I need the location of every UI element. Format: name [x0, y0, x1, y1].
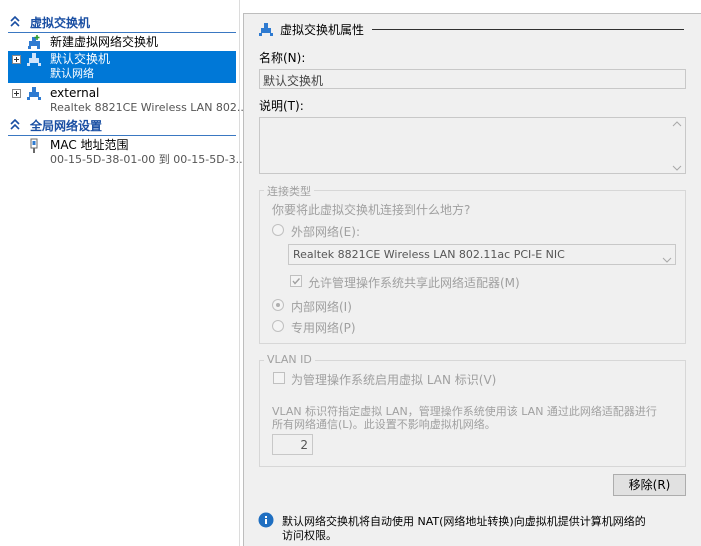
- internal-network-radio[interactable]: [272, 299, 284, 311]
- adapter-select[interactable]: Realtek 8821CE Wireless LAN 802.11ac PCI…: [288, 244, 676, 265]
- section-virtual-switches[interactable]: 虚拟交换机: [8, 15, 236, 33]
- tree-item-new-switch[interactable]: 新建虚拟网络交换机: [8, 34, 236, 50]
- tree-item-label: external: [50, 86, 100, 100]
- enable-vlan-label: 为管理操作系统启用虚拟 LAN 标识(V): [291, 373, 497, 387]
- section-title: 虚拟交换机: [30, 16, 91, 30]
- info-icon: [258, 512, 274, 531]
- expand-icon[interactable]: [12, 89, 21, 98]
- tree-item-external-switch[interactable]: external Realtek 8821CE Wireless LAN 802…: [8, 85, 251, 117]
- vlan-description-line2: 所有网络通信(L)。此设置不影响虚拟机网络。: [272, 418, 496, 431]
- chevron-down-icon: [662, 252, 672, 266]
- vlan-legend: VLAN ID: [264, 353, 315, 366]
- internal-network-label: 内部网络(I): [291, 300, 352, 314]
- expand-icon[interactable]: [12, 55, 21, 64]
- tree-item-default-switch[interactable]: 默认交换机 默认网络: [8, 51, 236, 83]
- vlan-id-field[interactable]: 2: [272, 434, 313, 455]
- connection-question: 你要将此虚拟交换机连接到什么地方?: [272, 203, 471, 217]
- adapter-select-value: Realtek 8821CE Wireless LAN 802.11ac PCI…: [293, 248, 565, 261]
- info-text-line2: 访问权限。: [282, 529, 337, 542]
- external-network-label: 外部网络(E):: [291, 225, 360, 239]
- mac-address-icon: [26, 138, 42, 153]
- allow-management-checkbox[interactable]: [290, 275, 302, 287]
- section-global-network-settings[interactable]: 全局网络设置: [8, 118, 236, 136]
- remove-button[interactable]: 移除(R): [613, 474, 686, 496]
- switch-tree: 虚拟交换机 新建虚拟网络交换机 默认交换机 默认网络 external Real…: [0, 0, 251, 546]
- name-label: 名称(N):: [259, 51, 306, 65]
- external-network-radio[interactable]: [272, 224, 284, 236]
- tree-item-mac-range[interactable]: MAC 地址范围 00-15-5D-38-01-00 到 00-15-5D-3.…: [8, 137, 246, 169]
- notes-field[interactable]: [259, 117, 686, 174]
- network-switch-icon: [26, 52, 42, 66]
- scroll-up-icon[interactable]: [672, 120, 682, 130]
- network-switch-icon: [26, 86, 42, 100]
- scroll-down-icon[interactable]: [672, 160, 682, 174]
- tree-item-label: 默认交换机: [50, 52, 111, 66]
- allow-management-label: 允许管理操作系统共享此网络适配器(M): [308, 276, 520, 290]
- enable-vlan-checkbox[interactable]: [273, 372, 285, 384]
- connection-type-legend: 连接类型: [264, 183, 314, 199]
- tree-item-label: MAC 地址范围: [50, 138, 129, 152]
- pane-title: 虚拟交换机属性: [280, 23, 365, 37]
- new-switch-icon: [26, 35, 42, 49]
- tree-item-subtitle: 默认网络: [50, 67, 94, 80]
- tree-item-subtitle: Realtek 8821CE Wireless LAN 802....: [50, 101, 251, 114]
- section-title: 全局网络设置: [30, 119, 103, 133]
- private-network-radio[interactable]: [272, 320, 284, 332]
- name-field[interactable]: 默认交换机: [259, 69, 686, 89]
- tree-item-subtitle: 00-15-5D-38-01-00 到 00-15-5D-3...: [50, 153, 247, 166]
- private-network-label: 专用网络(P): [291, 321, 356, 335]
- network-switch-icon: [258, 22, 274, 39]
- tree-item-label: 新建虚拟网络交换机: [50, 35, 159, 49]
- notes-label: 说明(T):: [259, 99, 304, 113]
- title-divider: [372, 29, 684, 30]
- switch-properties-pane: 虚拟交换机属性 名称(N): 默认交换机 说明(T): 连接类型 你要将此虚拟交…: [243, 13, 701, 546]
